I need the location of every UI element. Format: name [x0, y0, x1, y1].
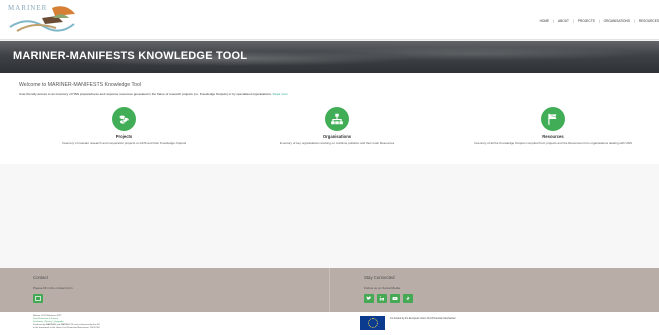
twitter-icon	[366, 296, 372, 300]
page: MARINER HOME | ABOUT | PROJECTS | ORGANISAT…	[0, 0, 659, 335]
resources-feature[interactable]: Resources Inventory of all the Knowledge…	[468, 107, 638, 145]
resources-description: Inventory of all the Knowledge Outputs c…	[474, 141, 632, 145]
youtube-button[interactable]	[390, 294, 400, 303]
nav-about[interactable]: ABOUT	[558, 19, 569, 23]
legal-text: Mariner 2017 Manifests 2022 Data Protect…	[33, 315, 100, 330]
nav-home[interactable]: HOME	[540, 19, 550, 23]
twitter-button[interactable]	[364, 294, 374, 303]
contact-buttons	[33, 294, 73, 303]
organisations-title: Organisations	[322, 134, 352, 139]
social-title: Stay Connected	[364, 275, 395, 280]
hero-banner: MARINER-MANIFESTS KNOWLEDGE TOOL	[0, 41, 659, 73]
empty-content-area	[0, 164, 659, 268]
organisation-icon	[331, 113, 343, 125]
welcome-title: Welcome to MARINER-MANIFESTS Knowledge T…	[19, 82, 142, 88]
envelope-icon	[35, 296, 41, 301]
social-text: Follow us on Social Media	[364, 286, 400, 290]
top-navigation: MARINER HOME | ABOUT | PROJECTS | ORGANISAT…	[0, 0, 659, 40]
projects-description: Inventory of relevant research and coope…	[61, 141, 187, 145]
organisations-icon[interactable]	[325, 107, 349, 131]
projects-icon[interactable]	[112, 107, 136, 131]
social-section: Stay Connected Follow us on Social Media	[364, 275, 413, 303]
mariner-logo[interactable]: MARINER	[8, 4, 78, 36]
contact-title: Contact	[33, 275, 48, 280]
eu-flag	[360, 316, 385, 330]
link-button[interactable]	[403, 294, 413, 303]
linkedin-button[interactable]	[377, 294, 387, 303]
read-more-link[interactable]: Read more	[273, 92, 288, 96]
stack-icon	[119, 115, 129, 124]
nav-organisations[interactable]: ORGANISATIONS	[604, 19, 630, 23]
main-navigation: HOME | ABOUT | PROJECTS | ORGANISATIONS | RE…	[539, 19, 659, 23]
flag-icon	[548, 113, 557, 125]
resources-icon[interactable]	[541, 107, 565, 131]
organisations-description: Inventory of key organisations working o…	[279, 141, 395, 145]
email-button[interactable]	[33, 294, 43, 303]
legal-line-5: in the framework of the Union Civil Prot…	[33, 327, 100, 329]
contact-section: Contact Please fill in the contact form	[33, 275, 73, 303]
youtube-icon	[392, 297, 398, 300]
link-icon	[406, 296, 410, 301]
projects-title: Projects	[115, 134, 133, 139]
footer-divider	[329, 268, 330, 312]
contact-text: Please fill in the contact form	[33, 286, 73, 290]
resources-title: Resources	[542, 134, 564, 139]
projects-feature[interactable]: Projects Inventory of relevant research …	[39, 107, 209, 145]
logo-text: MARINER	[8, 4, 48, 12]
hero-title: MARINER-MANIFESTS KNOWLEDGE TOOL	[13, 50, 248, 62]
social-buttons	[364, 294, 413, 303]
intro-copy: User-friendly access to an inventory of …	[19, 92, 272, 96]
nav-projects[interactable]: PROJECTS	[578, 19, 595, 23]
organisations-feature[interactable]: Organisations Inventory of key organisat…	[252, 107, 422, 145]
legal-footer: Mariner 2017 Manifests 2022 Data Protect…	[0, 312, 659, 335]
eu-funding-text: Co-funded by the European Union Civil Pr…	[390, 317, 456, 320]
intro-text: User-friendly access to an inventory of …	[19, 92, 288, 96]
linkedin-icon	[379, 296, 384, 301]
nav-resources[interactable]: RESOURCES	[639, 19, 659, 23]
eu-stars-icon	[368, 318, 378, 328]
